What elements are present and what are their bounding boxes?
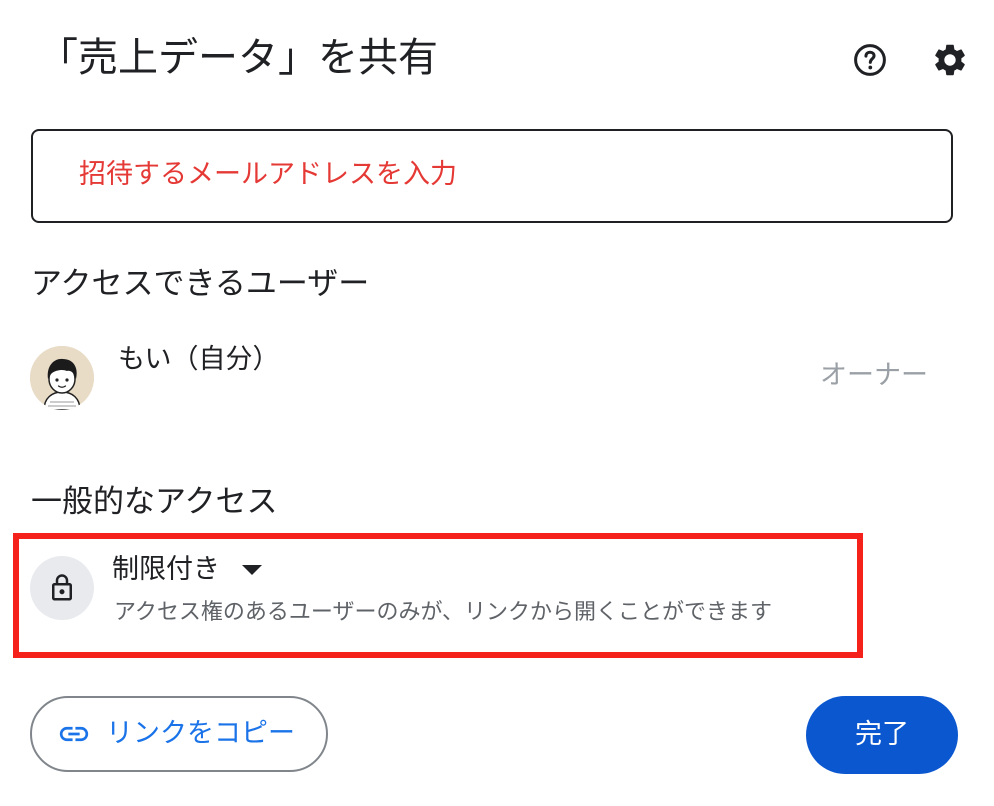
user-role: オーナー [820, 360, 928, 391]
help-button[interactable] [850, 40, 890, 80]
user-name: もい（自分） [118, 344, 280, 375]
gear-icon [935, 44, 965, 76]
copy-link-button[interactable]: リンクをコピー [30, 696, 328, 772]
dialog-title: 「売上データ」を共有 [38, 35, 438, 81]
invite-placeholder: 招待するメールアドレスを入力 [79, 159, 457, 190]
access-icon-circle [30, 556, 94, 620]
user-avatar [30, 346, 94, 410]
invite-email-input[interactable]: 招待するメールアドレスを入力 [31, 129, 953, 223]
settings-button[interactable] [930, 40, 970, 80]
help-circle-icon [854, 44, 886, 76]
people-with-access-heading: アクセスできるユーザー [31, 266, 370, 302]
link-icon [56, 716, 92, 752]
lock-icon [52, 574, 72, 601]
general-access-heading: 一般的なアクセス [31, 484, 278, 520]
done-button[interactable]: 完了 [806, 696, 958, 774]
done-label: 完了 [855, 719, 909, 750]
access-level-dropdown[interactable]: 制限付き [112, 548, 262, 592]
access-description: アクセス権のあるユーザーのみが、リンクから開くことができます [114, 600, 773, 625]
access-level-label: 制限付き [112, 554, 220, 585]
dropdown-arrow-icon [242, 565, 262, 575]
copy-link-label: リンクをコピー [106, 718, 295, 749]
